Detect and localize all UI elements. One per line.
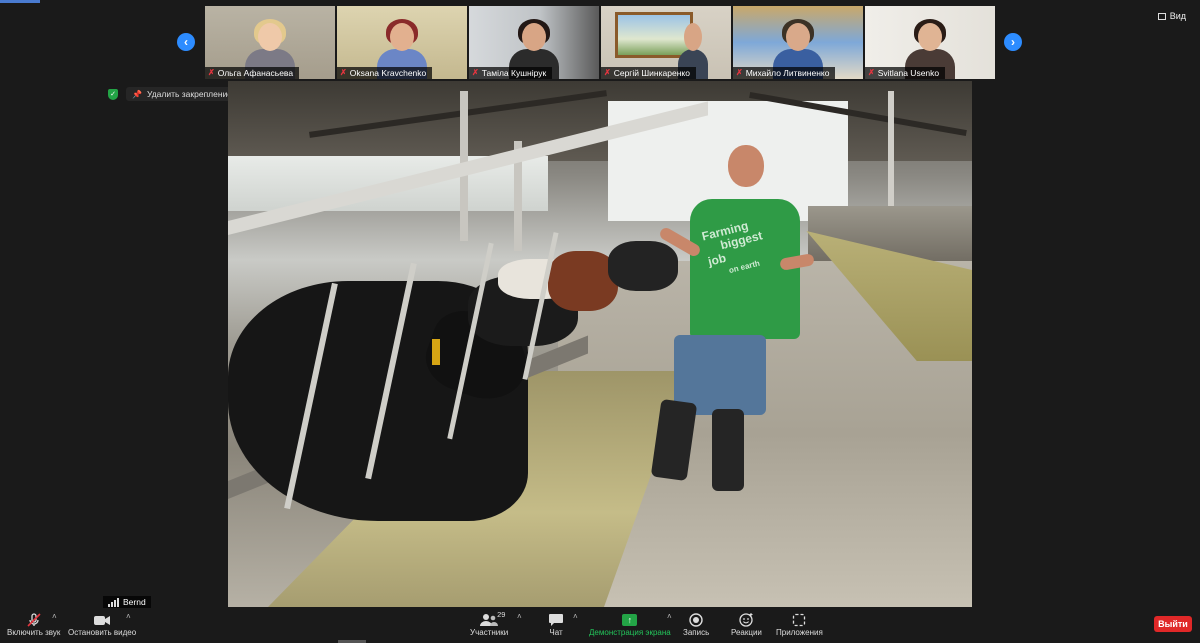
chevron-up-icon[interactable]: ˄	[52, 612, 57, 621]
chevron-up-icon[interactable]: ˄	[573, 612, 578, 621]
share-screen-label: Демонстрация экрана	[589, 628, 671, 637]
participant-name: Сергiй Шинкаренко	[613, 68, 690, 78]
active-speaker-name: Bernd	[123, 597, 146, 607]
participant-nameplate: ✗ Тамiла Кушнiрук	[469, 67, 553, 79]
participant-tile[interactable]: ✗ Михайло Литвиненко	[733, 6, 863, 79]
participant-tile[interactable]: ✗ Сергiй Шинкаренко	[601, 6, 731, 79]
participant-name: Oksana Kravchenko	[349, 68, 427, 78]
participant-tile[interactable]: ✗ Svitlana Usenko	[865, 6, 995, 79]
gallery-prev-button[interactable]: ‹	[177, 33, 195, 51]
chat-button[interactable]: Чат	[548, 611, 564, 637]
reactions-label: Реакции	[731, 628, 762, 637]
participant-name: Михайло Литвиненко	[745, 68, 830, 78]
participant-nameplate: ✗ Svitlana Usenko	[865, 67, 946, 79]
chevron-up-icon[interactable]: ˄	[667, 612, 672, 621]
ear-tag	[432, 339, 440, 365]
apps-button[interactable]: Приложения	[776, 611, 823, 637]
participant-nameplate: ✗ Oksana Kravchenko	[337, 67, 433, 79]
chevron-up-icon[interactable]: ˄	[126, 612, 131, 621]
participant-name: Тамiла Кушнiрук	[481, 68, 547, 78]
farmer-head	[728, 145, 764, 187]
participants-count: 29	[497, 610, 506, 619]
share-screen-button[interactable]: ↑ Демонстрация экрана	[589, 611, 671, 637]
chevron-right-icon: ›	[1011, 35, 1015, 49]
right-boot	[712, 409, 744, 491]
gallery-next-button[interactable]: ›	[1004, 33, 1022, 51]
participant-gallery: ✗ Ольга Афанасьева ✗ Oksana Kravchenko ✗…	[205, 6, 995, 79]
leave-meeting-button[interactable]: Выйти	[1154, 616, 1192, 632]
mic-muted-icon: ✗	[208, 68, 215, 77]
participant-nameplate: ✗ Сергiй Шинкаренко	[601, 67, 696, 79]
participant-tile[interactable]: ✗ Тамiла Кушнiрук	[469, 6, 599, 79]
chevron-left-icon: ‹	[184, 35, 188, 49]
grid-icon	[1157, 12, 1166, 20]
participants-icon	[480, 613, 499, 626]
participant-nameplate: ✗ Михайло Литвиненко	[733, 67, 836, 79]
cow-far	[608, 241, 678, 291]
mic-muted-icon	[27, 612, 41, 627]
pin-controls: ✓ 📌 Удалить закрепление	[108, 87, 239, 101]
mic-muted-icon: ✗	[472, 68, 479, 77]
chat-label: Чат	[549, 628, 563, 637]
apps-label: Приложения	[776, 628, 823, 637]
video-camera-icon	[94, 615, 111, 625]
mic-muted-icon: ✗	[736, 68, 743, 77]
mic-muted-icon: ✗	[868, 68, 875, 77]
security-shield-icon[interactable]: ✓	[108, 88, 118, 100]
meeting-toolbar: Включить звук ˄ Остановить видео ˄ 29 Уч…	[0, 608, 1200, 643]
smiley-icon	[739, 613, 753, 627]
view-label: Вид	[1169, 11, 1186, 21]
share-screen-icon: ↑	[622, 613, 638, 626]
stop-video-label: Остановить видео	[68, 628, 137, 637]
apps-icon	[793, 613, 806, 626]
pin-icon: 📌	[132, 89, 142, 99]
mic-muted-icon: ✗	[604, 68, 611, 77]
view-button[interactable]: Вид	[1157, 11, 1186, 21]
unpin-button[interactable]: 📌 Удалить закрепление	[126, 87, 239, 101]
record-label: Запись	[683, 628, 710, 637]
participant-tile[interactable]: ✗ Oksana Kravchenko	[337, 6, 467, 79]
active-speaker-label: Bernd	[103, 596, 151, 608]
participant-tile[interactable]: ✗ Ольга Афанасьева	[205, 6, 335, 79]
participant-name: Ольга Афанасьева	[217, 68, 294, 78]
participants-button[interactable]: 29 Участники	[470, 610, 509, 637]
main-video[interactable]: Farming biggest job on earth	[228, 81, 972, 607]
chat-icon	[549, 613, 563, 626]
participant-name: Svitlana Usenko	[877, 68, 940, 78]
participant-nameplate: ✗ Ольга Афанасьева	[205, 67, 300, 79]
unmute-label: Включить звук	[7, 628, 61, 637]
unpin-label: Удалить закрепление	[146, 89, 233, 99]
record-icon	[689, 612, 703, 627]
mic-muted-icon: ✗	[340, 68, 347, 77]
chevron-up-icon[interactable]: ˄	[517, 612, 522, 621]
reactions-button[interactable]: Реакции	[731, 611, 762, 637]
signal-bars-icon	[108, 597, 119, 607]
participants-label: Участники	[470, 628, 509, 637]
record-button[interactable]: Запись	[683, 611, 709, 637]
top-progress	[0, 0, 40, 3]
